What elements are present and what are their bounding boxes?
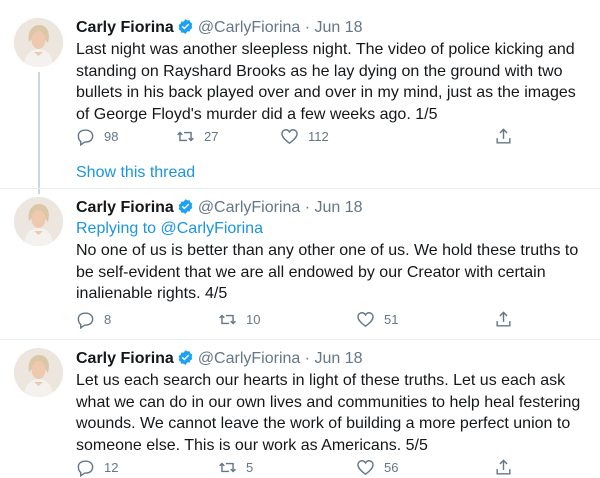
tweet-header: Carly Fiorina @CarlyFiorina · Jun 18 [76,349,363,369]
thread-line [38,72,40,194]
tweet-actions: 98 27 112 [76,127,516,147]
tweet-date[interactable]: · Jun 18 [305,199,363,216]
tweet-3[interactable]: Carly Fiorina @CarlyFiorina · Jun 18 Let … [0,340,600,477]
reply-button[interactable]: 12 [76,458,118,477]
tweet-header: Carly Fiorina @CarlyFiorina · Jun 18 [76,18,363,38]
verified-badge-icon [178,350,193,365]
avatar[interactable] [14,18,63,67]
share-icon [496,459,511,475]
author-handle[interactable]: @CarlyFiorina [198,19,300,36]
replying-to-link[interactable]: Replying to @CarlyFiorina [76,219,263,239]
retweet-icon [219,314,236,325]
author-name[interactable]: Carly Fiorina [76,199,174,216]
tweet-actions: 12 5 56 [76,458,516,478]
retweet-count: 27 [204,129,219,144]
reply-icon [77,312,94,329]
reply-icon [77,460,94,477]
retweet-button[interactable]: 5 [218,458,253,477]
author-name[interactable]: Carly Fiorina [76,350,174,367]
tweet-text: Let us each search our hearts in light o… [76,372,581,454]
tweet-text: Last night was another sleepless night. … [76,41,576,123]
retweet-count: 5 [246,460,254,475]
verified-badge-icon [178,199,193,214]
share-icon [496,311,511,327]
retweet-icon [177,131,194,142]
reply-icon [77,129,94,146]
like-icon [357,312,374,328]
tweet-header: Carly Fiorina @CarlyFiorina · Jun 18 [76,198,363,218]
share-button[interactable] [494,310,522,329]
like-icon [281,129,298,145]
reply-count: 98 [104,129,119,144]
author-handle[interactable]: @CarlyFiorina [198,350,300,367]
share-button[interactable] [494,127,522,146]
avatar[interactable] [14,348,63,397]
share-icon [496,128,511,144]
retweet-button[interactable]: 10 [218,310,260,329]
tweet-date[interactable]: · Jun 18 [305,350,363,367]
like-count: 56 [384,460,399,475]
tweet-date[interactable]: · Jun 18 [305,19,363,36]
tweet-text: No one of us is better than any other on… [76,242,579,302]
show-thread-link[interactable]: Show this thread [76,164,195,182]
reply-count: 8 [104,312,112,327]
like-button[interactable]: 112 [280,127,329,146]
verified-badge-icon [178,19,193,34]
share-button[interactable] [494,458,522,477]
retweet-button[interactable]: 27 [176,127,218,146]
avatar[interactable] [14,197,63,246]
reply-button[interactable]: 8 [76,310,111,329]
tweet-2[interactable]: Carly Fiorina @CarlyFiorina · Jun 18 Repl… [0,189,600,339]
like-icon [357,460,374,476]
like-button[interactable]: 51 [356,310,398,329]
author-handle[interactable]: @CarlyFiorina [198,199,300,216]
reply-button[interactable]: 98 [76,127,118,146]
tweet-actions: 8 10 51 [76,310,516,330]
like-count: 51 [384,312,399,327]
retweet-count: 10 [246,312,261,327]
author-name[interactable]: Carly Fiorina [76,19,174,36]
like-count: 112 [308,129,329,144]
like-button[interactable]: 56 [356,458,398,477]
reply-count: 12 [104,460,119,475]
retweet-icon [219,462,236,473]
